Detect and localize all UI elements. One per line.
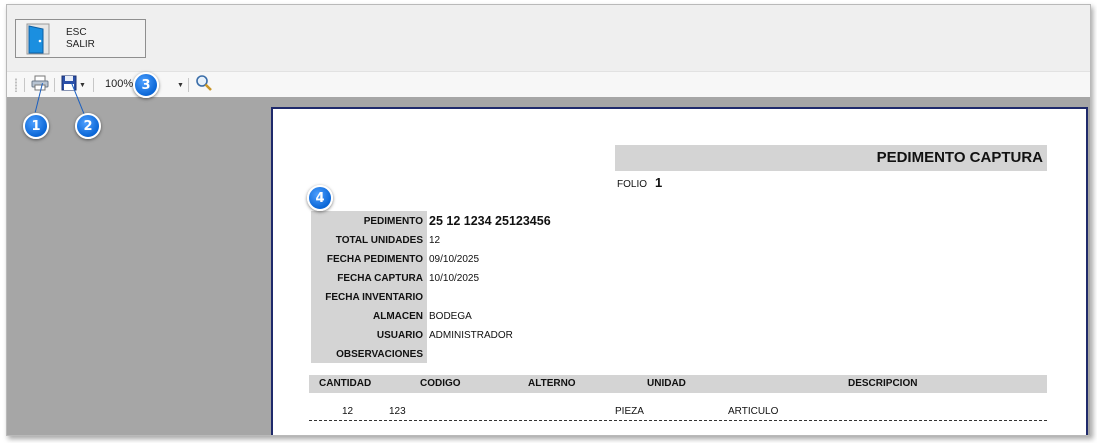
exit-button[interactable]: ESC SALIR (15, 19, 146, 58)
toolbar-separator (188, 78, 189, 92)
door-exit-icon (26, 23, 52, 55)
exit-key-label: ESC (66, 26, 87, 38)
field-value-usuario: ADMINISTRADOR (429, 330, 513, 341)
cell-cantidad: 12 (342, 406, 354, 417)
field-label-pedimento: PEDIMENTO (363, 216, 423, 227)
save-export-button[interactable]: ▼ (61, 75, 86, 95)
toolbar-separator (24, 78, 25, 92)
chevron-down-icon[interactable]: ▼ (79, 82, 86, 89)
viewer-toolbar: ▼ 100% ▼ (7, 71, 1090, 97)
callout-marker-4: 4 (307, 185, 333, 211)
cell-codigo: 123 (389, 406, 406, 417)
exit-button-label: SALIR (66, 38, 95, 50)
chevron-down-icon: ▼ (177, 81, 184, 89)
callout-marker-3: 3 (133, 72, 159, 98)
zoom-dropdown-button[interactable]: ▼ (175, 75, 184, 95)
search-button[interactable] (195, 74, 213, 97)
callout-marker-2: 2 (75, 113, 101, 139)
report-title: PEDIMENTO CAPTURA (615, 145, 1047, 171)
field-value-pedimento: 25 12 1234 25123456 (429, 214, 551, 228)
cell-descripcion: ARTICULO (728, 406, 779, 417)
toolbar-separator (54, 78, 55, 92)
column-header-codigo: CODIGO (420, 378, 461, 389)
column-header-descripcion: DESCRIPCION (848, 378, 918, 389)
field-label-fecha-pedimento: FECHA PEDIMENTO (326, 254, 423, 265)
folio: FOLIO 1 (617, 175, 662, 190)
field-label-almacen: ALMACEN (373, 311, 423, 322)
folio-value: 1 (655, 175, 663, 190)
toolbar-separator (93, 78, 94, 92)
field-value-total-unidades: 12 (429, 235, 441, 246)
zoom-select[interactable]: 100% (105, 78, 133, 90)
row-divider (309, 420, 1047, 421)
field-label-observaciones: OBSERVACIONES (336, 349, 423, 360)
report-preview-area[interactable]: PEDIMENTO CAPTURA FOLIO 1 PEDIMENTO TOTAL… (7, 97, 1090, 435)
field-value-fecha-captura: 10/10/2025 (429, 273, 480, 284)
column-header-alterno: ALTERNO (528, 378, 576, 389)
cell-unidad: PIEZA (615, 406, 644, 417)
field-labels-column: PEDIMENTO TOTAL UNIDADES FECHA PEDIMENTO… (311, 211, 427, 363)
field-value-fecha-pedimento: 09/10/2025 (429, 254, 480, 265)
column-header-cantidad: CANTIDAD (319, 378, 372, 389)
field-label-fecha-inventario: FECHA INVENTARIO (325, 292, 423, 303)
folio-label: FOLIO (617, 179, 648, 190)
field-value-almacen: BODEGA (429, 311, 472, 322)
callout-marker-1: 1 (23, 113, 49, 139)
items-table-header: CANTIDAD CODIGO ALTERNO UNIDAD DESCRIPCI… (309, 375, 1047, 393)
field-label-total-unidades: TOTAL UNIDADES (335, 235, 423, 246)
field-label-usuario: USUARIO (376, 330, 423, 341)
field-label-fecha-captura: FECHA CAPTURA (337, 273, 423, 284)
column-header-unidad: UNIDAD (647, 378, 686, 389)
report-viewer-window: ESC SALIR ▼ 100% ▼ PEDIMENTO CAPTURA FOL… (6, 4, 1091, 436)
toolbar-grip[interactable] (15, 78, 17, 92)
magnifier-icon (195, 74, 213, 97)
report-page: PEDIMENTO CAPTURA FOLIO 1 PEDIMENTO TOTAL… (271, 107, 1088, 435)
